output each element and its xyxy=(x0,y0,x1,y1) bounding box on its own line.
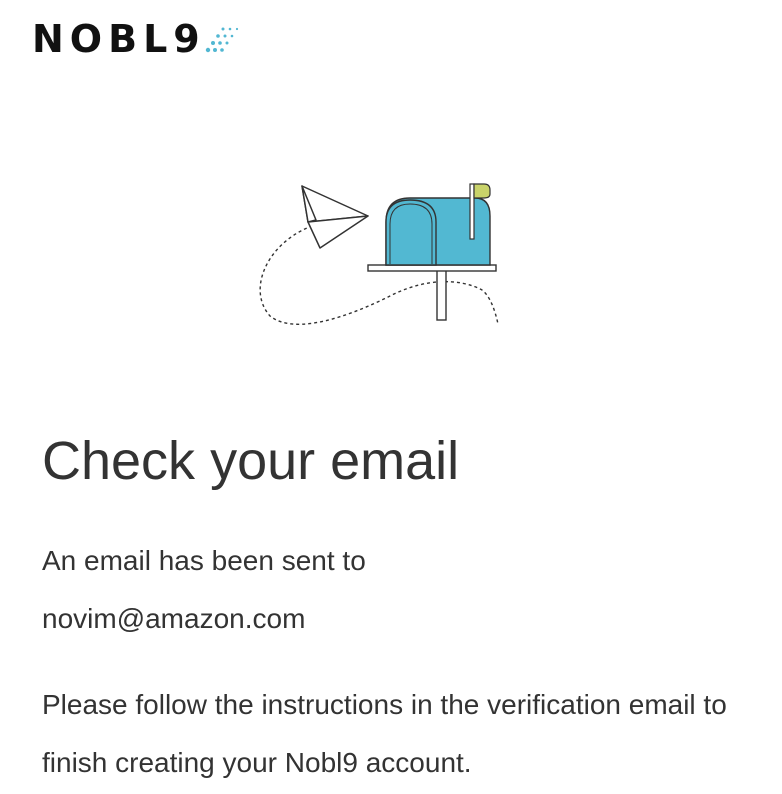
mailbox-door xyxy=(385,199,437,266)
email-address: novim@amazon.com xyxy=(42,603,306,634)
mailbox-shelf xyxy=(367,264,497,272)
sent-prefix: An email has been sent to xyxy=(42,545,366,576)
mailbox-illustration xyxy=(259,183,499,325)
mailbox-flag xyxy=(473,183,491,199)
mailbox-post xyxy=(436,269,447,321)
sent-message: An email has been sent to novim@amazon.c… xyxy=(42,532,366,648)
paper-plane-icon xyxy=(301,185,369,249)
nobl9-logo: NOBL9 xyxy=(32,14,272,64)
page-title: Check your email xyxy=(42,431,460,491)
logo-wordmark: NOBL9 xyxy=(32,17,206,61)
logo-dots-icon xyxy=(205,27,238,53)
instructions-text: Please follow the instructions in the ve… xyxy=(42,689,727,778)
